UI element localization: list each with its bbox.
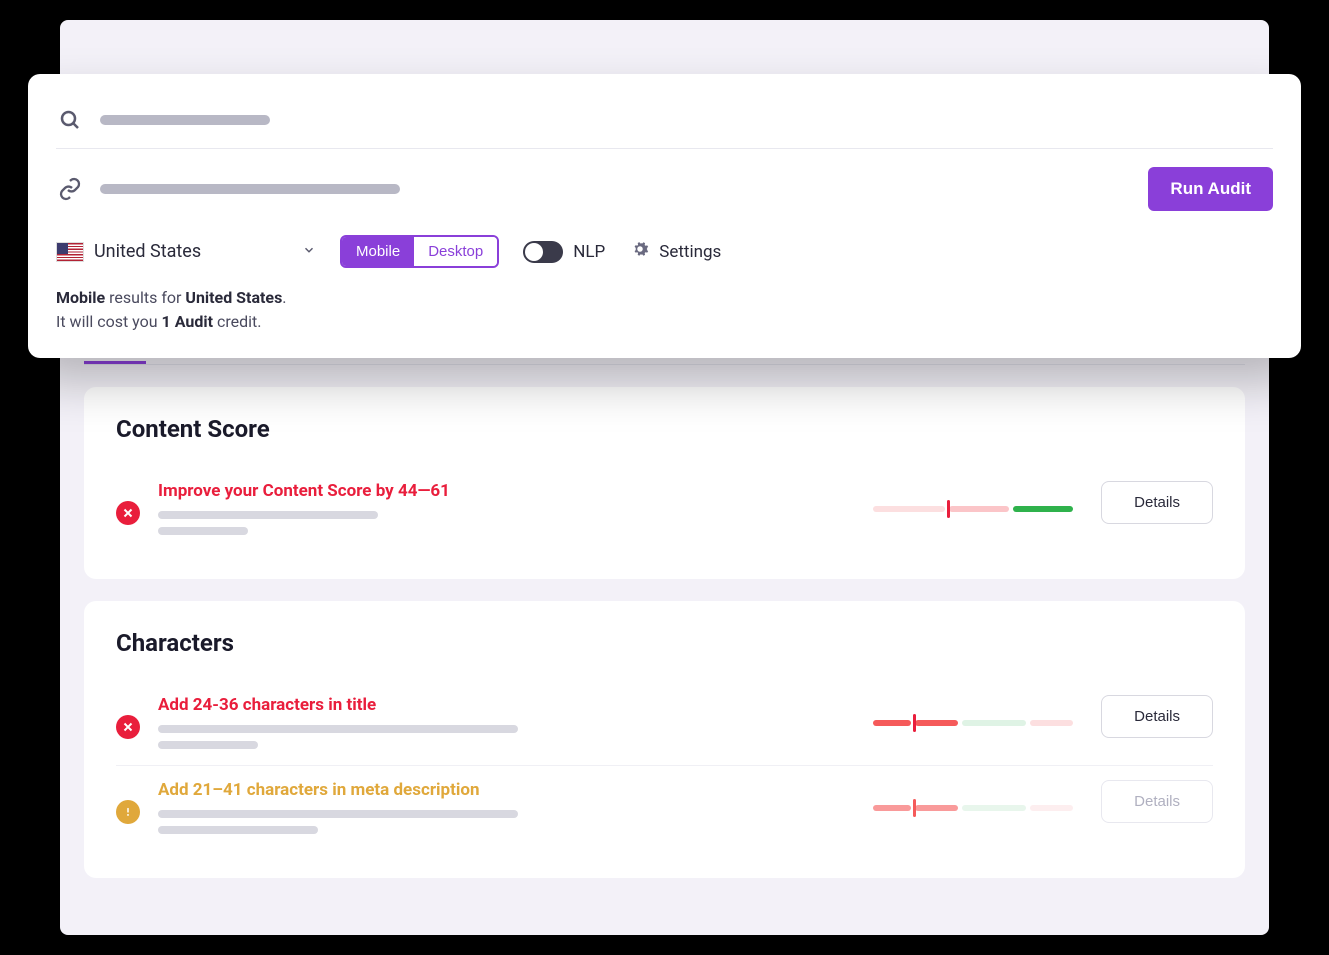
keyword-input-row (56, 98, 1273, 149)
app-window: Run Audit United States Mobile Desktop N… (60, 20, 1269, 935)
score-meter (873, 481, 1083, 537)
issue-text: Improve your Content Score by 44—61 (158, 481, 855, 535)
chevron-down-icon (302, 241, 316, 262)
device-desktop-button[interactable]: Desktop (414, 237, 497, 266)
search-icon (56, 106, 84, 134)
issue-text: Add 24-36 characters in title (158, 695, 855, 749)
audit-toolbar: United States Mobile Desktop NLP Setting… (56, 235, 1273, 268)
issue-title: Add 24-36 characters in title (158, 695, 855, 715)
url-input-row: Run Audit (56, 159, 1273, 219)
link-icon (56, 175, 84, 203)
nlp-label: NLP (573, 242, 605, 262)
score-meter (873, 780, 1083, 836)
issue-text: Add 21–41 characters in meta description (158, 780, 855, 834)
issue-description-placeholder (158, 725, 855, 749)
error-icon (116, 501, 140, 525)
settings-label: Settings (659, 242, 721, 262)
audit-input-card: Run Audit United States Mobile Desktop N… (28, 74, 1301, 358)
error-icon (116, 715, 140, 739)
issue-row: Add 21–41 characters in meta description… (116, 765, 1213, 850)
issue-description-placeholder (158, 511, 855, 535)
url-input-placeholder[interactable] (100, 184, 400, 194)
flag-us-icon (56, 242, 84, 262)
device-mobile-button[interactable]: Mobile (342, 237, 414, 266)
details-button[interactable]: Details (1101, 481, 1213, 524)
panel-title: Content Score (116, 415, 1213, 443)
audit-info-text: Mobile results for United States. It wil… (56, 286, 1273, 334)
keyword-input-placeholder[interactable] (100, 115, 270, 125)
country-select[interactable]: United States (56, 241, 316, 262)
settings-link[interactable]: Settings (629, 238, 721, 265)
toggle-switch-icon[interactable] (523, 241, 563, 263)
score-meter (873, 695, 1083, 751)
device-toggle: Mobile Desktop (340, 235, 499, 268)
characters-panel: Characters Add 24-36 characters in title (84, 601, 1245, 878)
issue-row: Add 24-36 characters in title Details (116, 681, 1213, 765)
content-score-panel: Content Score Improve your Content Score… (84, 387, 1245, 579)
country-label: United States (94, 241, 201, 262)
gear-icon (629, 238, 651, 265)
issue-description-placeholder (158, 810, 855, 834)
issue-title: Add 21–41 characters in meta description (158, 780, 855, 800)
issue-title: Improve your Content Score by 44—61 (158, 481, 855, 501)
panel-title: Characters (116, 629, 1213, 657)
run-audit-button[interactable]: Run Audit (1148, 167, 1273, 211)
warning-icon (116, 800, 140, 824)
issue-row: Improve your Content Score by 44—61 Deta… (116, 467, 1213, 551)
details-button[interactable]: Details (1101, 780, 1213, 823)
nlp-toggle[interactable]: NLP (523, 241, 605, 263)
details-button[interactable]: Details (1101, 695, 1213, 738)
